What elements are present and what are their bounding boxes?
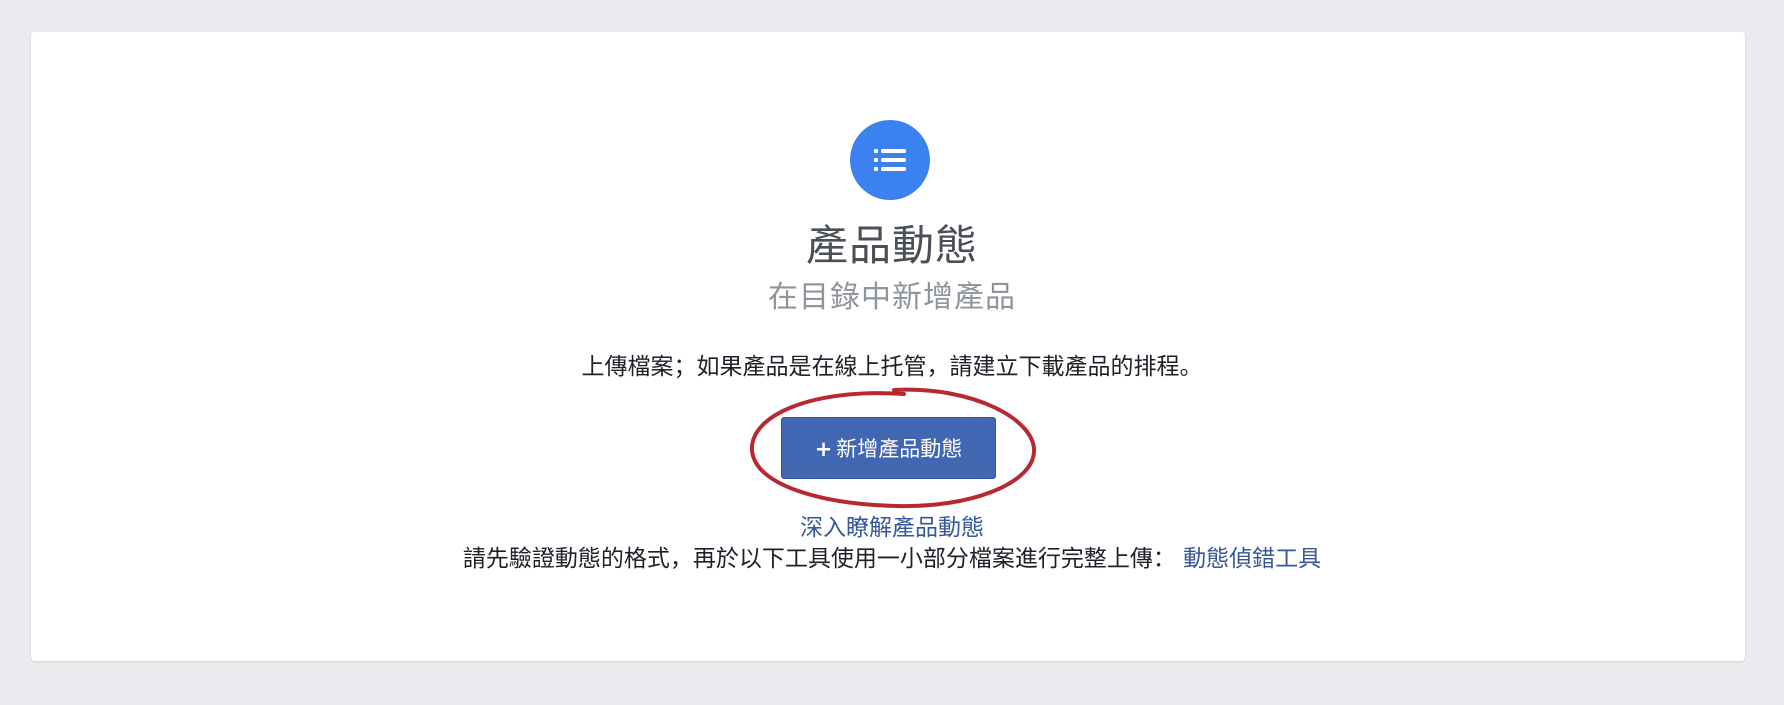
learn-more-row: 深入瞭解產品動態 [0,513,1784,543]
product-feed-circle [850,120,930,200]
validate-text: 請先驗證動態的格式，再於以下工具使用一小部分檔案進行完整上傳： [462,546,1176,572]
learn-more-link[interactable]: 深入瞭解產品動態 [800,515,984,541]
red-annotation-circle [749,387,1037,509]
upload-description: 上傳檔案；如果產品是在線上托管，請建立下載產品的排程。 [581,354,1203,380]
page-title: 產品動態 [805,221,978,270]
page-subtitle: 在目錄中新增產品 [768,280,1016,315]
feed-debug-tool-link[interactable]: 動態偵錯工具 [1183,546,1321,572]
list-icon [874,149,906,171]
validate-row: 請先驗證動態的格式，再於以下工具使用一小部分檔案進行完整上傳： 動態偵錯工具 [0,544,1784,574]
